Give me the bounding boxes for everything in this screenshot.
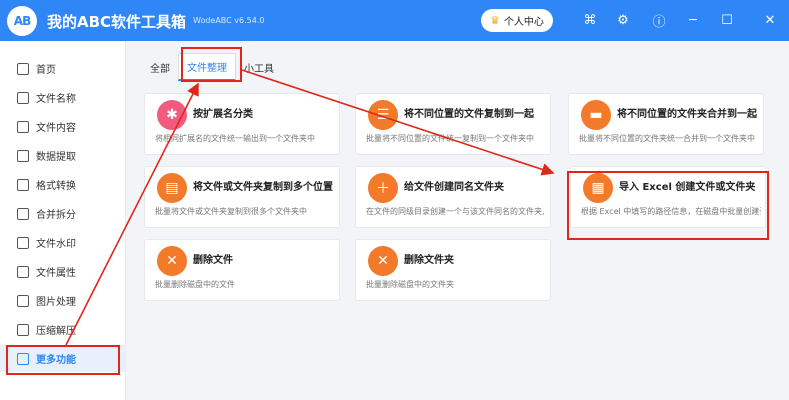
folder-icon: ▬ (581, 100, 611, 130)
title-bar: AB 我的ABC软件工具箱 WodeABC v6.54.0 ♛ 个人中心 ⌘ ⚙… (0, 0, 789, 41)
compress-icon (17, 323, 29, 336)
annotation-box-card (567, 171, 769, 240)
delete-folder-icon: ✕ (368, 246, 398, 276)
sidebar-item-label: 格式转换 (36, 181, 76, 192)
sidebar-item-label: 文件水印 (36, 239, 76, 250)
sidebar-item-label: 图片处理 (36, 297, 76, 308)
tab-all[interactable]: 全部 (142, 53, 178, 81)
card-delete-folders[interactable]: ✕ 删除文件夹 批量删除磁盘中的文件夹 (355, 239, 551, 301)
close-icon[interactable]: ✕ (761, 11, 779, 29)
app-version: WodeABC v6.54.0 (193, 16, 265, 25)
crown-icon: ♛ (490, 14, 500, 27)
logo-text: AB (13, 14, 31, 28)
card-create-same-name-folder[interactable]: ＋ 给文件创建同名文件夹 在文件的同级目录创建一个与该文件同名的文件夹, (355, 166, 551, 228)
sidebar-item-label: 文件属性 (36, 268, 76, 279)
card-desc: 批量将不同位置的文件统一复制到一个文件夹中 (366, 134, 534, 143)
sidebar-item-home[interactable]: 首页 (0, 55, 126, 82)
merge-split-icon (17, 207, 29, 220)
user-center-button[interactable]: ♛ 个人中心 (481, 9, 553, 32)
image-icon (17, 294, 29, 307)
tab-tools[interactable]: 小工具 (236, 53, 282, 81)
card-title: 删除文件夹 (404, 255, 454, 266)
sidebar-item-label: 数据提取 (36, 152, 76, 163)
delete-file-icon: ✕ (157, 246, 187, 276)
sidebar-item-file-attr[interactable]: 文件属性 (0, 258, 126, 285)
sidebar-item-compress[interactable]: 压缩解压 (0, 316, 126, 343)
annotation-box-tab (181, 47, 242, 82)
file-plus-icon: ＋ (368, 173, 398, 203)
app-logo: AB (7, 6, 37, 36)
sidebar-item-label: 压缩解压 (36, 326, 76, 337)
card-title: 按扩展名分类 (193, 109, 253, 120)
card-title: 删除文件 (193, 255, 233, 266)
user-center-label: 个人中心 (503, 17, 544, 28)
settings-icon[interactable]: ⚙ (614, 11, 632, 29)
sidebar-item-label: 文件名称 (36, 94, 76, 105)
home-icon (17, 62, 29, 75)
sidebar-item-file-name[interactable]: 文件名称 (0, 84, 126, 111)
card-title: 将不同位置的文件夹合并到一起 (617, 109, 757, 120)
card-desc: 批量删除磁盘中的文件夹 (366, 280, 454, 289)
sidebar-item-file-content[interactable]: 文件内容 (0, 113, 126, 140)
file-attr-icon (17, 265, 29, 278)
data-extract-icon (17, 149, 29, 162)
sidebar-item-label: 首页 (36, 65, 56, 76)
card-title: 给文件创建同名文件夹 (404, 182, 504, 193)
copy-file-icon: ☰ (368, 100, 398, 130)
card-merge-folders[interactable]: ▬ 将不同位置的文件夹合并到一起 批量将不同位置的文件夹统一合并到一个文件夹中 (568, 93, 764, 155)
card-title: 将不同位置的文件复制到一起 (404, 109, 534, 120)
card-title: 将文件或文件夹复制到多个位置 (193, 182, 333, 193)
annotation-box-sidebar (6, 345, 120, 375)
card-desc: 批量将文件或文件夹复制到很多个文件夹中 (155, 207, 307, 216)
document-copy-icon: ▤ (157, 173, 187, 203)
puzzle-icon: ✱ (157, 100, 187, 130)
sidebar-item-image[interactable]: 图片处理 (0, 287, 126, 314)
card-desc: 将相同扩展名的文件统一输出到一个文件夹中 (155, 134, 315, 143)
card-desc: 批量将不同位置的文件夹统一合并到一个文件夹中 (579, 134, 755, 143)
sidebar-item-label: 合并拆分 (36, 210, 76, 221)
sidebar-item-data-extract[interactable]: 数据提取 (0, 142, 126, 169)
message-icon[interactable]: ⌘ (581, 11, 599, 29)
card-copy-files-together[interactable]: ☰ 将不同位置的文件复制到一起 批量将不同位置的文件统一复制到一个文件夹中 (355, 93, 551, 155)
minimize-icon[interactable]: ─ (684, 11, 702, 29)
app-title: 我的ABC软件工具箱 (47, 13, 187, 31)
maximize-icon[interactable]: ☐ (718, 11, 736, 29)
format-convert-icon (17, 178, 29, 191)
card-copy-to-multiple[interactable]: ▤ 将文件或文件夹复制到多个位置 批量将文件或文件夹复制到很多个文件夹中 (144, 166, 340, 228)
sidebar-item-format-convert[interactable]: 格式转换 (0, 171, 126, 198)
watermark-icon (17, 236, 29, 249)
file-name-icon (17, 91, 29, 104)
sidebar-item-label: 文件内容 (36, 123, 76, 134)
sidebar-item-watermark[interactable]: 文件水印 (0, 229, 126, 256)
info-icon[interactable]: ⓘ (650, 11, 668, 30)
card-sort-by-extension[interactable]: ✱ 按扩展名分类 将相同扩展名的文件统一输出到一个文件夹中 (144, 93, 340, 155)
card-desc: 批量删除磁盘中的文件 (155, 280, 235, 289)
card-desc: 在文件的同级目录创建一个与该文件同名的文件夹, (366, 207, 545, 216)
card-delete-files[interactable]: ✕ 删除文件 批量删除磁盘中的文件 (144, 239, 340, 301)
file-content-icon (17, 120, 29, 133)
sidebar-item-merge-split[interactable]: 合并拆分 (0, 200, 126, 227)
